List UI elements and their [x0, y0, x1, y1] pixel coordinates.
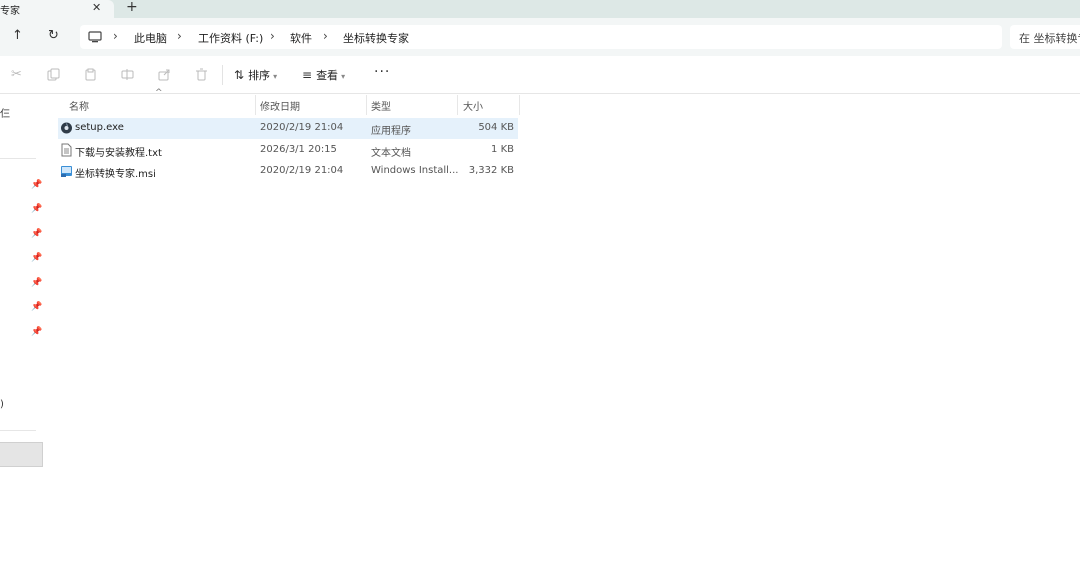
sidebar-fragment[interactable]: 仨	[0, 105, 10, 120]
view-label: 查看	[316, 69, 339, 82]
up-arrow-icon[interactable]: ↑	[12, 28, 23, 43]
sidebar-selected-item[interactable]	[0, 442, 43, 467]
sidebar-fragment[interactable]: )	[0, 399, 4, 410]
view-button[interactable]: ≡ 查看 ▾	[302, 67, 345, 83]
breadcrumb-separator[interactable]: ›	[323, 29, 328, 43]
msi-installer-icon	[61, 166, 72, 177]
column-header-size[interactable]: 大小	[463, 98, 483, 118]
this-pc-icon[interactable]	[88, 30, 102, 44]
copy-icon[interactable]	[47, 68, 60, 81]
file-modified: 2026/3/1 20:15	[260, 144, 337, 155]
toolbar-divider	[222, 65, 223, 85]
setup-exe-icon	[61, 122, 72, 134]
file-size: 504 KB	[478, 122, 514, 133]
breadcrumb-separator[interactable]: ›	[270, 29, 275, 43]
file-name: 坐标转换专家.msi	[75, 169, 156, 180]
file-name: setup.exe	[75, 122, 124, 133]
paste-icon[interactable]	[84, 68, 97, 81]
breadcrumb-drive-f[interactable]: 工作资料 (F:)	[198, 30, 263, 46]
sort-label: 排序	[248, 69, 271, 82]
view-icon: ≡	[302, 68, 313, 82]
sort-ascending-icon: ^	[155, 88, 163, 98]
pin-icon[interactable]: 📌	[31, 253, 42, 263]
breadcrumb-software[interactable]: 软件	[290, 30, 312, 46]
refresh-icon[interactable]: ↻	[48, 28, 59, 43]
pin-icon[interactable]: 📌	[31, 278, 42, 288]
column-divider[interactable]	[457, 95, 458, 115]
chevron-down-icon: ▾	[273, 72, 278, 81]
file-size: 3,332 KB	[468, 165, 514, 176]
column-header-name[interactable]: 名称	[69, 98, 89, 118]
share-icon[interactable]	[158, 68, 171, 81]
active-tab[interactable]: 专家 ✕	[0, 0, 114, 18]
pin-icon[interactable]: 📌	[31, 327, 42, 337]
column-header-modified[interactable]: 修改日期	[260, 98, 300, 118]
tab-title: 专家	[0, 6, 20, 17]
chevron-down-icon: ▾	[341, 72, 346, 81]
navigation-pane: 仨 📌 📌 📌 📌 📌 📌 📌 )	[0, 94, 46, 573]
new-tab-icon[interactable]: +	[126, 0, 138, 15]
navigation-bar: ↑ ↻ › 此电脑 › 工作资料 (F:) › 软件 › 坐标转换专家 在 坐标…	[0, 18, 1080, 56]
text-file-icon	[61, 143, 72, 157]
sort-icon: ⇅	[234, 68, 245, 82]
cut-icon[interactable]: ✂	[11, 67, 22, 82]
pin-icon[interactable]: 📌	[31, 229, 42, 239]
tab-strip: 专家 ✕ +	[0, 0, 1080, 18]
breadcrumb-current-folder[interactable]: 坐标转换专家	[343, 30, 409, 46]
tab-close-icon[interactable]: ✕	[92, 1, 101, 14]
file-row[interactable]: 下载与安装教程.txt 2026/3/1 20:15 文本文档 1 KB	[58, 140, 518, 161]
delete-icon[interactable]	[195, 68, 208, 81]
sidebar-divider	[0, 430, 36, 431]
column-divider[interactable]	[255, 95, 256, 115]
pin-icon[interactable]: 📌	[31, 302, 42, 312]
breadcrumb-this-pc[interactable]: 此电脑	[134, 30, 167, 46]
address-bar[interactable]: › 此电脑 › 工作资料 (F:) › 软件 › 坐标转换专家	[80, 25, 1002, 49]
search-input[interactable]: 在 坐标转换专	[1019, 30, 1080, 46]
file-size: 1 KB	[491, 144, 514, 155]
breadcrumb-separator[interactable]: ›	[177, 29, 182, 43]
file-row[interactable]: setup.exe 2020/2/19 21:04 应用程序 504 KB	[58, 118, 518, 139]
rename-icon[interactable]	[121, 68, 134, 81]
pin-icon[interactable]: 📌	[31, 180, 42, 190]
pin-icon[interactable]: 📌	[31, 204, 42, 214]
file-modified: 2020/2/19 21:04	[260, 165, 344, 176]
file-row[interactable]: 坐标转换专家.msi 2020/2/19 21:04 Windows Insta…	[58, 161, 518, 182]
file-modified: 2020/2/19 21:04	[260, 122, 344, 133]
file-type: 应用程序	[371, 126, 411, 137]
file-type: 文本文档	[371, 148, 411, 159]
column-divider[interactable]	[366, 95, 367, 115]
file-name: 下载与安装教程.txt	[75, 148, 162, 159]
breadcrumb-separator[interactable]: ›	[113, 29, 118, 43]
column-header-type[interactable]: 类型	[371, 98, 391, 118]
file-type: Windows Install...	[371, 165, 459, 176]
search-box[interactable]: 在 坐标转换专	[1010, 25, 1080, 49]
column-divider[interactable]	[519, 95, 520, 115]
sort-button[interactable]: ⇅ 排序 ▾	[234, 67, 277, 83]
sidebar-divider	[0, 158, 36, 159]
more-options-icon[interactable]: ···	[374, 64, 390, 80]
